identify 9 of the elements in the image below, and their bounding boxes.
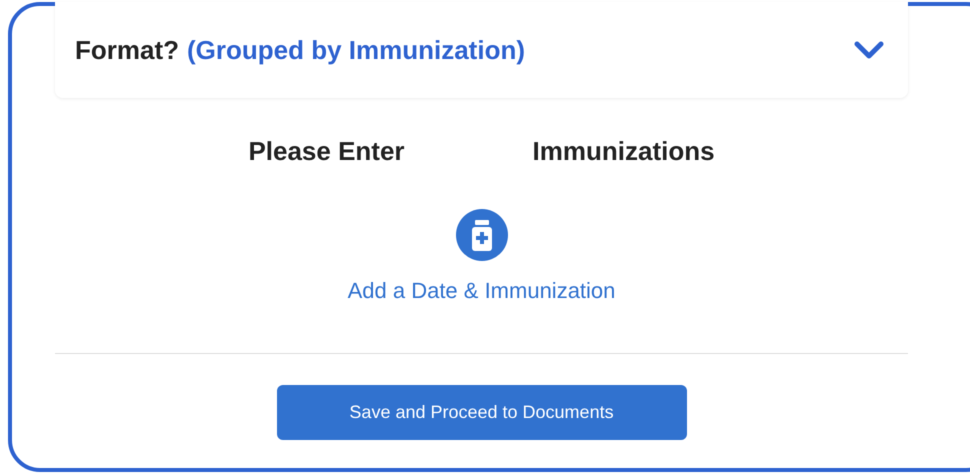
accordion-header[interactable]: Format? (Grouped by Immunization) (55, 2, 908, 98)
format-label: Format? (75, 34, 179, 66)
section-heading: Immunizations (532, 135, 715, 168)
section-heading: Please Enter (248, 135, 405, 168)
medicine-bottle-icon[interactable] (456, 209, 508, 261)
chevron-icon (854, 40, 884, 60)
add-immunization-link[interactable]: Add a Date & Immunization (348, 274, 616, 307)
format-value: (Grouped by Immunization) (187, 34, 525, 66)
save-button[interactable]: Save and Proceed to Documents (276, 385, 686, 440)
